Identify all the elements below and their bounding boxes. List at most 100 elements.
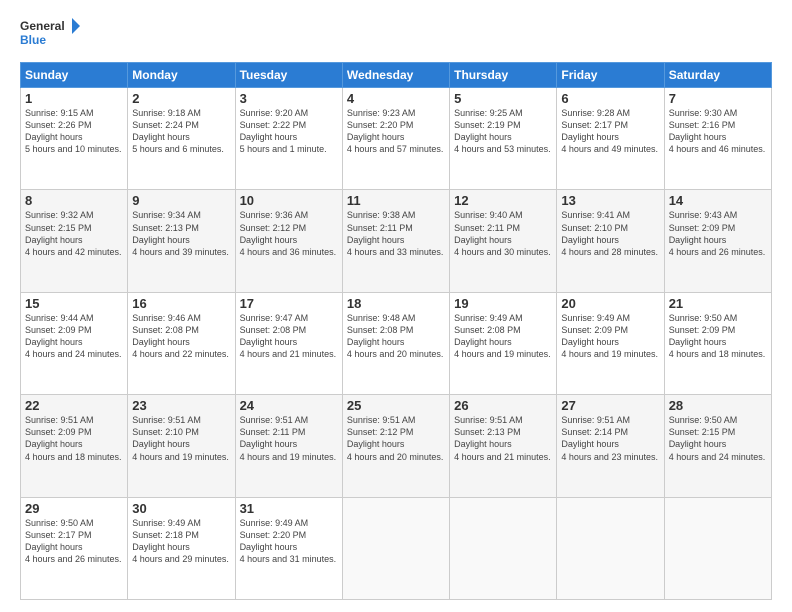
calendar-week-row: 22 Sunrise: 9:51 AMSunset: 2:09 PMDayligh… [21,395,772,497]
day-info: Sunrise: 9:15 AMSunset: 2:26 PMDaylight … [25,108,122,154]
table-row: 24 Sunrise: 9:51 AMSunset: 2:11 PMDayligh… [235,395,342,497]
table-row: 29 Sunrise: 9:50 AMSunset: 2:17 PMDayligh… [21,497,128,599]
day-number: 20 [561,296,659,311]
table-row: 15 Sunrise: 9:44 AMSunset: 2:09 PMDayligh… [21,292,128,394]
day-number: 28 [669,398,767,413]
day-number: 19 [454,296,552,311]
table-row: 21 Sunrise: 9:50 AMSunset: 2:09 PMDayligh… [664,292,771,394]
day-number: 25 [347,398,445,413]
calendar-week-row: 1 Sunrise: 9:15 AMSunset: 2:26 PMDaylight… [21,88,772,190]
day-number: 24 [240,398,338,413]
table-row: 10 Sunrise: 9:36 AMSunset: 2:12 PMDayligh… [235,190,342,292]
page: General Blue SundayMondayTuesdayWednesda… [0,0,792,612]
day-info: Sunrise: 9:50 AMSunset: 2:09 PMDaylight … [669,313,766,359]
table-row [664,497,771,599]
table-row: 12 Sunrise: 9:40 AMSunset: 2:11 PMDayligh… [450,190,557,292]
day-number: 15 [25,296,123,311]
table-row: 23 Sunrise: 9:51 AMSunset: 2:10 PMDayligh… [128,395,235,497]
table-row: 2 Sunrise: 9:18 AMSunset: 2:24 PMDaylight… [128,88,235,190]
table-row: 5 Sunrise: 9:25 AMSunset: 2:19 PMDaylight… [450,88,557,190]
day-info: Sunrise: 9:38 AMSunset: 2:11 PMDaylight … [347,210,444,256]
calendar-week-row: 29 Sunrise: 9:50 AMSunset: 2:17 PMDayligh… [21,497,772,599]
day-number: 31 [240,501,338,516]
svg-text:Blue: Blue [20,33,46,47]
calendar-week-row: 8 Sunrise: 9:32 AMSunset: 2:15 PMDaylight… [21,190,772,292]
table-row: 3Sunrise: 9:20 AMSunset: 2:22 PMDaylight… [235,88,342,190]
day-info: Sunrise: 9:44 AMSunset: 2:09 PMDaylight … [25,313,122,359]
logo: General Blue [20,16,80,52]
day-info: Sunrise: 9:51 AMSunset: 2:10 PMDaylight … [132,415,229,461]
table-row: 8 Sunrise: 9:32 AMSunset: 2:15 PMDaylight… [21,190,128,292]
day-number: 29 [25,501,123,516]
calendar-header-thursday: Thursday [450,63,557,88]
table-row: 9Sunrise: 9:34 AMSunset: 2:13 PMDaylight… [128,190,235,292]
day-info: Sunrise: 9:51 AMSunset: 2:13 PMDaylight … [454,415,551,461]
day-info: Sunrise: 9:51 AMSunset: 2:11 PMDaylight … [240,415,337,461]
day-number: 4 [347,91,445,106]
day-info: Sunrise: 9:49 AMSunset: 2:18 PMDaylight … [132,518,229,564]
table-row [342,497,449,599]
day-info: Sunrise: 9:40 AMSunset: 2:11 PMDaylight … [454,210,551,256]
table-row: 7Sunrise: 9:30 AMSunset: 2:16 PMDaylight… [664,88,771,190]
calendar-header-tuesday: Tuesday [235,63,342,88]
day-info: Sunrise: 9:46 AMSunset: 2:08 PMDaylight … [132,313,229,359]
table-row: 13 Sunrise: 9:41 AMSunset: 2:10 PMDayligh… [557,190,664,292]
day-number: 1 [25,91,123,106]
day-number: 8 [25,193,123,208]
calendar-header-sunday: Sunday [21,63,128,88]
day-info: Sunrise: 9:50 AMSunset: 2:17 PMDaylight … [25,518,122,564]
day-info: Sunrise: 9:47 AMSunset: 2:08 PMDaylight … [240,313,337,359]
day-number: 12 [454,193,552,208]
table-row: 16 Sunrise: 9:46 AMSunset: 2:08 PMDayligh… [128,292,235,394]
table-row: 31 Sunrise: 9:49 AMSunset: 2:20 PMDayligh… [235,497,342,599]
day-info: Sunrise: 9:18 AMSunset: 2:24 PMDaylight … [132,108,224,154]
day-info: Sunrise: 9:43 AMSunset: 2:09 PMDaylight … [669,210,766,256]
table-row: 11 Sunrise: 9:38 AMSunset: 2:11 PMDayligh… [342,190,449,292]
day-info: Sunrise: 9:49 AMSunset: 2:09 PMDaylight … [561,313,658,359]
day-info: Sunrise: 9:25 AMSunset: 2:19 PMDaylight … [454,108,551,154]
table-row: 4Sunrise: 9:23 AMSunset: 2:20 PMDaylight… [342,88,449,190]
day-info: Sunrise: 9:28 AMSunset: 2:17 PMDaylight … [561,108,658,154]
day-info: Sunrise: 9:51 AMSunset: 2:09 PMDaylight … [25,415,122,461]
day-number: 3 [240,91,338,106]
day-number: 23 [132,398,230,413]
day-number: 10 [240,193,338,208]
day-number: 16 [132,296,230,311]
day-info: Sunrise: 9:51 AMSunset: 2:14 PMDaylight … [561,415,658,461]
day-number: 7 [669,91,767,106]
table-row: 26 Sunrise: 9:51 AMSunset: 2:13 PMDayligh… [450,395,557,497]
day-info: Sunrise: 9:49 AMSunset: 2:20 PMDaylight … [240,518,337,564]
day-number: 30 [132,501,230,516]
logo-svg: General Blue [20,16,80,52]
day-number: 22 [25,398,123,413]
header: General Blue [20,16,772,52]
day-number: 26 [454,398,552,413]
table-row: 17 Sunrise: 9:47 AMSunset: 2:08 PMDayligh… [235,292,342,394]
calendar-week-row: 15 Sunrise: 9:44 AMSunset: 2:09 PMDayligh… [21,292,772,394]
day-info: Sunrise: 9:49 AMSunset: 2:08 PMDaylight … [454,313,551,359]
day-number: 5 [454,91,552,106]
table-row: 14 Sunrise: 9:43 AMSunset: 2:09 PMDayligh… [664,190,771,292]
day-info: Sunrise: 9:32 AMSunset: 2:15 PMDaylight … [25,210,122,256]
table-row: 25 Sunrise: 9:51 AMSunset: 2:12 PMDayligh… [342,395,449,497]
calendar-table: SundayMondayTuesdayWednesdayThursdayFrid… [20,62,772,600]
calendar-header-row: SundayMondayTuesdayWednesdayThursdayFrid… [21,63,772,88]
day-info: Sunrise: 9:51 AMSunset: 2:12 PMDaylight … [347,415,444,461]
day-info: Sunrise: 9:50 AMSunset: 2:15 PMDaylight … [669,415,766,461]
day-info: Sunrise: 9:36 AMSunset: 2:12 PMDaylight … [240,210,337,256]
table-row [557,497,664,599]
calendar-header-friday: Friday [557,63,664,88]
day-number: 9 [132,193,230,208]
day-number: 21 [669,296,767,311]
day-number: 17 [240,296,338,311]
day-number: 14 [669,193,767,208]
day-info: Sunrise: 9:41 AMSunset: 2:10 PMDaylight … [561,210,658,256]
day-number: 18 [347,296,445,311]
day-number: 6 [561,91,659,106]
day-number: 13 [561,193,659,208]
calendar-header-wednesday: Wednesday [342,63,449,88]
day-number: 11 [347,193,445,208]
day-number: 2 [132,91,230,106]
calendar-header-saturday: Saturday [664,63,771,88]
calendar-header-monday: Monday [128,63,235,88]
